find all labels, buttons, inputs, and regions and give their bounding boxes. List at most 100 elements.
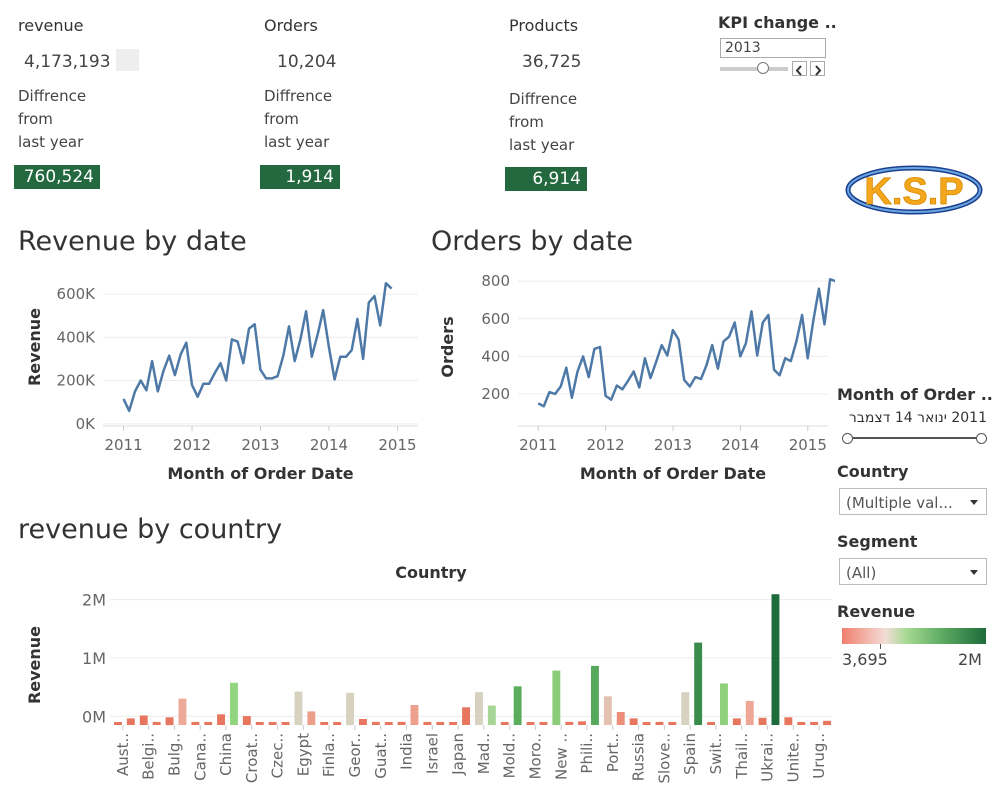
series-line[interactable] — [537, 278, 835, 408]
bar[interactable] — [616, 712, 625, 725]
bar[interactable] — [436, 722, 445, 725]
bar[interactable] — [707, 722, 715, 725]
bar[interactable] — [539, 722, 548, 725]
x-tick-label: Phili.. — [578, 733, 596, 774]
bar[interactable] — [694, 642, 703, 725]
bar[interactable] — [642, 722, 651, 725]
bar[interactable] — [732, 718, 741, 725]
bar[interactable] — [655, 721, 664, 725]
bar[interactable] — [552, 670, 561, 725]
kpi-year-slider-handle[interactable] — [757, 62, 769, 74]
revenue-legend-gradient — [842, 628, 986, 644]
x-tick-label: 2014 — [310, 436, 348, 454]
month-filter-handle-start[interactable] — [842, 433, 853, 444]
bar[interactable] — [758, 717, 767, 725]
bar[interactable] — [307, 711, 316, 725]
kpi-year-next-button[interactable] — [810, 61, 825, 76]
country-filter-label: Country — [837, 462, 909, 481]
x-tick-label: Spain — [681, 733, 699, 775]
bar[interactable] — [359, 719, 367, 725]
bar[interactable] — [681, 692, 690, 725]
month-filter-label: Month of Order .. — [837, 385, 993, 404]
revenue-by-date-chart: 0K 200K 400K 600K 2011 2012 2013 2014 2015 Month … — [25, 281, 418, 483]
bar[interactable] — [371, 721, 380, 725]
x-tick-label: Thail.. — [733, 733, 751, 780]
bar[interactable] — [333, 722, 342, 725]
country-filter-dropdown[interactable]: (Multiple val... — [839, 488, 987, 515]
bar[interactable] — [294, 691, 303, 725]
bar[interactable] — [784, 717, 793, 726]
y-tick-label: 0K — [76, 415, 97, 433]
kpi-year-prev-button[interactable] — [792, 61, 807, 76]
bar[interactable] — [475, 692, 483, 725]
bar[interactable] — [242, 716, 251, 725]
x-tick-label: 2011 — [519, 436, 557, 454]
series-line[interactable] — [122, 281, 393, 413]
x-tick-label: 2013 — [654, 436, 692, 454]
bar[interactable] — [139, 715, 148, 726]
bar[interactable] — [423, 721, 432, 725]
bar[interactable] — [449, 722, 458, 725]
bar[interactable] — [797, 722, 806, 725]
kpi-orders-diff-label: Diffrence from last year — [264, 87, 333, 151]
x-tick-label: 2012 — [587, 436, 625, 454]
bar[interactable] — [513, 686, 522, 725]
bar[interactable] — [487, 705, 496, 725]
y-tick-label: 200K — [57, 372, 97, 390]
bar[interactable] — [204, 722, 213, 725]
bar[interactable] — [629, 718, 638, 725]
x-tick-label: China — [217, 733, 235, 776]
bar[interactable] — [191, 721, 200, 725]
svg-text:K.S.P: K.S.P — [864, 171, 963, 213]
bar[interactable] — [397, 721, 406, 725]
bar[interactable] — [178, 698, 187, 725]
kpi-year-input[interactable]: 2013 — [720, 38, 826, 58]
bar[interactable] — [217, 714, 225, 725]
bar[interactable] — [346, 692, 354, 726]
x-tick-label: Geor.. — [346, 733, 364, 777]
kpi-orders-title: Orders — [264, 16, 318, 35]
x-tick-label: Croat.. — [243, 733, 261, 783]
bar[interactable] — [126, 718, 135, 725]
revenue-legend-max: 2M — [958, 650, 982, 669]
bar[interactable] — [720, 683, 728, 725]
bar[interactable] — [745, 700, 754, 725]
bar[interactable] — [255, 722, 264, 725]
bar[interactable] — [526, 722, 535, 725]
kpi-year-slider-track[interactable] — [720, 67, 788, 71]
x-tick-label: Unite.. — [784, 733, 802, 782]
bar[interactable] — [500, 722, 509, 725]
y-tick-label: 2M — [82, 591, 106, 610]
bar[interactable] — [668, 722, 677, 725]
segment-filter-label: Segment — [837, 532, 918, 551]
bar[interactable] — [165, 717, 174, 726]
bar[interactable] — [591, 665, 599, 725]
bar[interactable] — [230, 682, 238, 725]
orders-by-date-chart: 200 400 600 800 2011 2012 2013 2014 2015 Month of… — [438, 272, 835, 483]
bar[interactable] — [320, 722, 329, 725]
kpi-revenue-title: revenue — [18, 16, 84, 35]
segment-filter-dropdown[interactable]: (All) — [839, 558, 987, 585]
chevron-left-icon — [795, 65, 802, 76]
month-filter-handle-end[interactable] — [976, 433, 987, 444]
month-filter-range: 2011 ינואר 14 דצמבר — [848, 410, 987, 426]
bar[interactable] — [603, 696, 612, 726]
bar[interactable] — [771, 594, 780, 725]
bar[interactable] — [565, 721, 574, 725]
bar[interactable] — [152, 721, 161, 725]
bar[interactable] — [410, 705, 419, 725]
bar[interactable] — [384, 722, 393, 725]
y-tick-label: 600 — [481, 310, 510, 328]
bar[interactable] — [281, 722, 290, 725]
month-filter-track[interactable] — [846, 437, 982, 439]
bar[interactable] — [462, 707, 470, 725]
bar[interactable] — [578, 721, 586, 725]
bar[interactable] — [823, 720, 831, 726]
bar[interactable] — [810, 721, 819, 725]
bar[interactable] — [114, 722, 122, 725]
x-tick-label: Aust.. — [114, 733, 132, 776]
x-tick-label: Czec.. — [269, 733, 287, 778]
y-tick-label: 800 — [481, 272, 510, 290]
chevron-down-icon — [970, 570, 978, 575]
bar[interactable] — [268, 722, 277, 725]
